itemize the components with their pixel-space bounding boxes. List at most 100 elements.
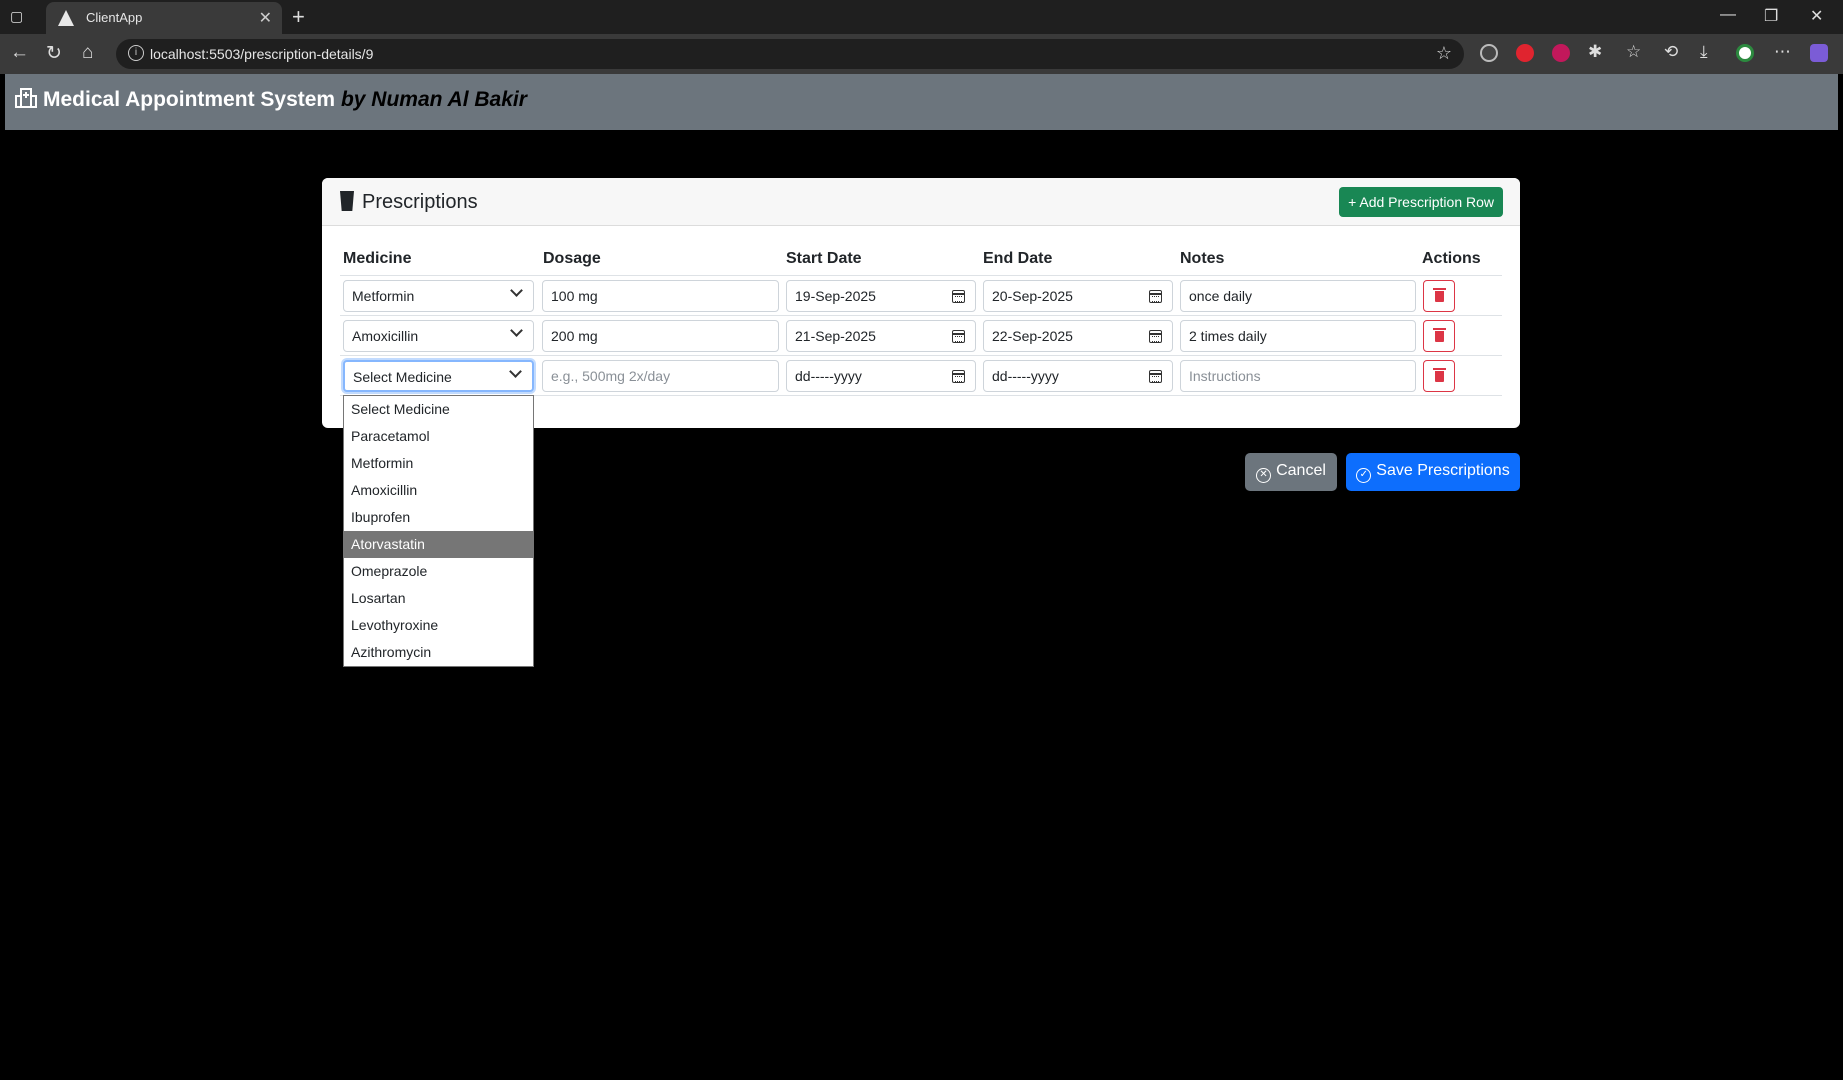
option-amoxicillin[interactable]: Amoxicillin xyxy=(344,477,533,504)
start-date-value: 21-Sep-2025 xyxy=(795,328,876,344)
more-menu-icon[interactable]: ⋯ xyxy=(1774,42,1791,62)
header-end-date: End Date xyxy=(983,250,1053,267)
end-date-input[interactable]: 20-Sep-2025 xyxy=(983,280,1173,312)
end-date-input[interactable]: dd-----yyyy xyxy=(983,360,1173,392)
history-icon[interactable]: ⟲ xyxy=(1664,42,1678,62)
start-date-value: dd-----yyyy xyxy=(795,368,862,384)
tab-title: ClientApp xyxy=(86,10,143,25)
option-levothyroxine[interactable]: Levothyroxine xyxy=(344,612,533,639)
trash-icon xyxy=(1433,328,1446,342)
option-select-medicine[interactable]: Select Medicine xyxy=(344,396,533,423)
cancel-label: Cancel xyxy=(1276,461,1326,479)
hospital-icon xyxy=(15,88,37,108)
chevron-down-icon xyxy=(509,365,522,378)
add-prescription-row-button[interactable]: + Add Prescription Row xyxy=(1339,187,1503,217)
app-header: Medical Appointment System by Numan Al B… xyxy=(5,74,1838,130)
cancel-button[interactable]: ✕ Cancel xyxy=(1245,453,1337,491)
dosage-input[interactable]: 100 mg xyxy=(542,280,779,312)
favorites-icon[interactable]: ☆ xyxy=(1626,42,1641,62)
app-brand[interactable]: Medical Appointment System by Numan Al B… xyxy=(15,88,527,112)
browser-tab-bar: ▢ ClientApp ✕ + — ❐ ✕ xyxy=(0,0,1843,34)
copilot-icon[interactable] xyxy=(1810,44,1828,62)
option-ibuprofen[interactable]: Ibuprofen xyxy=(344,504,533,531)
divider xyxy=(340,355,1502,356)
notes-input[interactable]: Instructions xyxy=(1180,360,1416,392)
calendar-icon[interactable] xyxy=(1149,330,1162,343)
option-paracetamol[interactable]: Paracetamol xyxy=(344,423,533,450)
chevron-down-icon xyxy=(510,324,523,337)
medicine-value: Select Medicine xyxy=(353,369,452,385)
option-losartan[interactable]: Losartan xyxy=(344,585,533,612)
close-tab-icon[interactable]: ✕ xyxy=(259,8,272,28)
delete-row-button[interactable] xyxy=(1423,280,1455,312)
end-date-input[interactable]: 22-Sep-2025 xyxy=(983,320,1173,352)
option-metformin[interactable]: Metformin xyxy=(344,450,533,477)
extensions-puzzle-icon[interactable]: ✱ xyxy=(1588,42,1602,62)
medicine-select[interactable]: Metformin xyxy=(343,280,534,312)
divider xyxy=(340,315,1502,316)
end-date-value: 20-Sep-2025 xyxy=(992,288,1073,304)
chevron-down-icon xyxy=(510,284,523,297)
end-date-value: dd-----yyyy xyxy=(992,368,1059,384)
card-title: Prescriptions xyxy=(362,191,478,213)
trash-icon xyxy=(1433,368,1446,382)
medicine-select[interactable]: Select Medicine xyxy=(343,360,534,392)
dosage-input[interactable]: 200 mg xyxy=(542,320,779,352)
save-prescriptions-button[interactable]: ✓ Save Prescriptions xyxy=(1346,453,1520,491)
start-date-value: 19-Sep-2025 xyxy=(795,288,876,304)
calendar-icon[interactable] xyxy=(952,370,965,383)
browser-toolbar: ← ↻ ⌂ i localhost:5503/prescription-deta… xyxy=(0,34,1843,74)
medicine-dropdown-list[interactable]: Select Medicine Paracetamol Metformin Am… xyxy=(343,395,534,667)
favorite-star-icon[interactable]: ☆ xyxy=(1436,43,1452,64)
header-dosage: Dosage xyxy=(543,250,601,267)
notes-input[interactable]: 2 times daily xyxy=(1180,320,1416,352)
calendar-icon[interactable] xyxy=(1149,370,1162,383)
delete-row-button[interactable] xyxy=(1423,320,1455,352)
card-title-wrap: Prescriptions xyxy=(340,191,478,214)
info-icon[interactable]: i xyxy=(128,45,144,61)
header-medicine: Medicine xyxy=(343,250,412,267)
app-author: by Numan Al Bakir xyxy=(340,88,527,111)
calendar-icon[interactable] xyxy=(952,290,965,303)
option-omeprazole[interactable]: Omeprazole xyxy=(344,558,533,585)
profile-avatar[interactable] xyxy=(1736,44,1754,62)
sidebar-toggle-icon[interactable]: ▢ xyxy=(10,8,30,26)
card-header: Prescriptions + Add Prescription Row xyxy=(322,178,1520,226)
minimize-icon[interactable]: — xyxy=(1720,6,1736,24)
header-start-date: Start Date xyxy=(786,250,862,267)
angular-logo-icon xyxy=(58,10,74,26)
extension-icon[interactable] xyxy=(1480,44,1498,62)
restore-icon[interactable]: ❐ xyxy=(1764,6,1778,26)
refresh-icon[interactable]: ↻ xyxy=(46,42,62,65)
end-date-value: 22-Sep-2025 xyxy=(992,328,1073,344)
delete-row-button[interactable] xyxy=(1423,360,1455,392)
extension-icon[interactable] xyxy=(1516,44,1534,62)
start-date-input[interactable]: 19-Sep-2025 xyxy=(786,280,976,312)
medicine-select[interactable]: Amoxicillin xyxy=(343,320,534,352)
address-bar[interactable]: i localhost:5503/prescription-details/9 … xyxy=(116,39,1464,69)
x-circle-icon: ✕ xyxy=(1256,467,1272,483)
downloads-icon[interactable]: ⤓ xyxy=(1700,42,1708,62)
calendar-icon[interactable] xyxy=(1149,290,1162,303)
header-actions: Actions xyxy=(1422,250,1481,267)
close-window-icon[interactable]: ✕ xyxy=(1810,6,1823,26)
calendar-icon[interactable] xyxy=(952,330,965,343)
dosage-input[interactable]: e.g., 500mg 2x/day xyxy=(542,360,779,392)
new-tab-icon[interactable]: + xyxy=(292,4,305,30)
save-label: Save Prescriptions xyxy=(1376,461,1510,479)
home-icon[interactable]: ⌂ xyxy=(82,42,93,64)
check-circle-icon: ✓ xyxy=(1356,467,1372,483)
browser-tab[interactable]: ClientApp ✕ xyxy=(46,2,282,34)
trash-icon xyxy=(1433,288,1446,302)
app-title: Medical Appointment System xyxy=(43,88,336,111)
back-icon[interactable]: ← xyxy=(10,42,29,64)
notes-input[interactable]: once daily xyxy=(1180,280,1416,312)
header-notes: Notes xyxy=(1180,250,1225,267)
medicine-value: Amoxicillin xyxy=(352,328,419,344)
extension-icon[interactable] xyxy=(1552,44,1570,62)
start-date-input[interactable]: 21-Sep-2025 xyxy=(786,320,976,352)
option-azithromycin[interactable]: Azithromycin xyxy=(344,639,533,666)
option-atorvastatin[interactable]: Atorvastatin xyxy=(344,531,533,558)
start-date-input[interactable]: dd-----yyyy xyxy=(786,360,976,392)
url-text[interactable]: localhost:5503/prescription-details/9 xyxy=(150,46,373,62)
